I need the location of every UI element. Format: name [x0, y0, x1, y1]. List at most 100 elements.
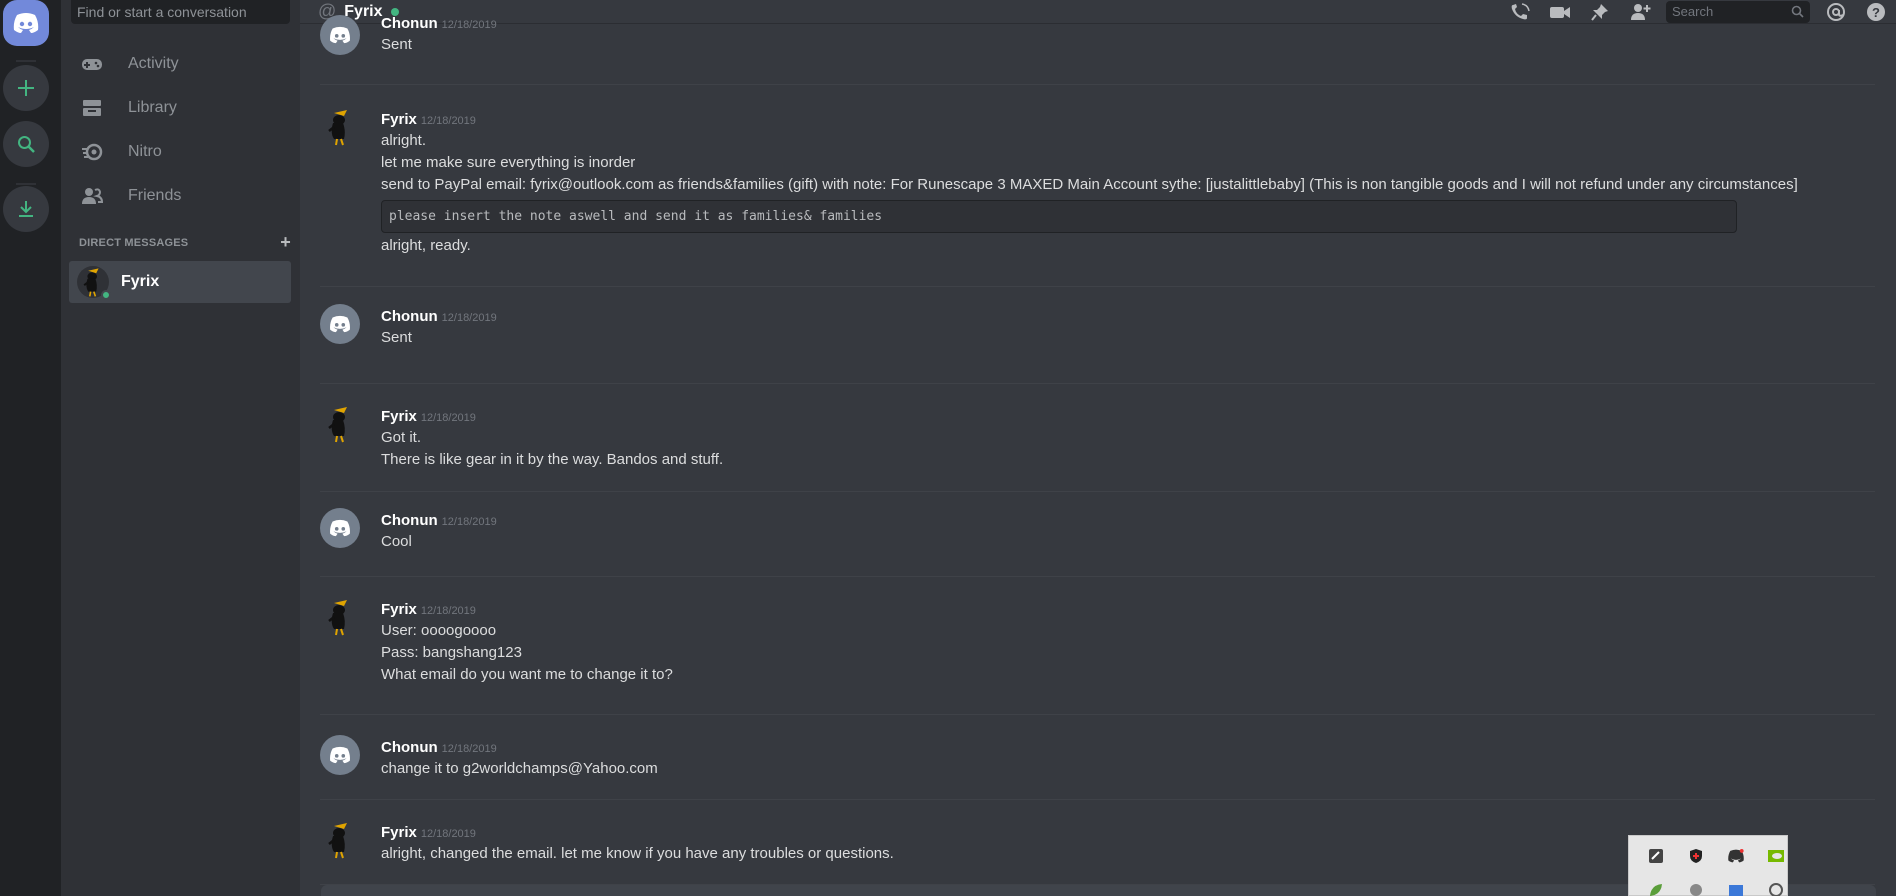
- avatar: [320, 404, 360, 444]
- timestamp: 12/18/2019: [420, 115, 476, 127]
- add-server-button[interactable]: [3, 65, 49, 111]
- code-block: please insert the note aswell and send i…: [381, 200, 1737, 233]
- username[interactable]: Chonun: [381, 15, 438, 32]
- username[interactable]: Fyrix: [381, 111, 417, 128]
- explore-servers-button[interactable]: [3, 121, 49, 167]
- message-group: Chonun 12/18/2019 Sent: [320, 298, 1875, 384]
- sidebar-item-library[interactable]: Library: [69, 87, 291, 129]
- username[interactable]: Chonun: [381, 512, 438, 529]
- download-icon: [19, 201, 33, 217]
- username[interactable]: Chonun: [381, 739, 438, 756]
- nvidia-icon[interactable]: [1766, 846, 1786, 866]
- message-text: alright.: [381, 132, 427, 149]
- discord-tray-icon[interactable]: [1726, 846, 1746, 866]
- timestamp: 12/18/2019: [441, 516, 497, 528]
- message-text: change it to g2worldchamps@Yahoo.com: [381, 760, 658, 777]
- avatar: [77, 266, 111, 300]
- message-text: What email do you want me to change it t…: [381, 666, 673, 683]
- message-header: Fyrix 12/18/2019: [381, 111, 476, 129]
- sidebar-item-activity[interactable]: Activity: [69, 43, 291, 85]
- discord-logo-icon: [330, 746, 350, 764]
- nitro-icon: [80, 140, 104, 164]
- message-group: Chonun 12/18/2019 change it to g2worldcha…: [320, 715, 1875, 800]
- dm-sidebar: Find or start a conversation Activity Li…: [61, 0, 300, 896]
- username[interactable]: Fyrix: [381, 824, 417, 841]
- dm-section-header: DIRECT MESSAGES +: [79, 233, 291, 251]
- security-shield-icon[interactable]: [1686, 846, 1706, 866]
- discord-logo-icon: [330, 315, 350, 333]
- message-header: Chonun 12/18/2019: [381, 308, 497, 326]
- dm-item-fyrix[interactable]: Fyrix: [69, 261, 291, 303]
- timestamp: 12/18/2019: [441, 19, 497, 31]
- message-text: Pass: bangshang123: [381, 644, 522, 661]
- dm-item-label: Fyrix: [121, 273, 160, 290]
- avatar: [320, 820, 360, 860]
- avatar: [320, 107, 360, 147]
- online-status-dot: [101, 290, 111, 300]
- sidebar-item-label: Library: [128, 99, 177, 116]
- sidebar-item-label: Friends: [128, 187, 182, 204]
- timestamp: 12/18/2019: [420, 828, 476, 840]
- message-group: Chonun 12/18/2019 Cool: [320, 492, 1875, 577]
- download-apps-button[interactable]: [3, 186, 49, 232]
- message-group: Fyrix 12/18/2019 Got it. There is like ge…: [320, 384, 1875, 492]
- message-list: Chonun 12/18/2019 Sent Fyrix 12/18/2019 al…: [300, 15, 1896, 889]
- avatar: [320, 735, 360, 775]
- dm-header-label: DIRECT MESSAGES: [79, 237, 189, 249]
- sidebar-item-nitro[interactable]: Nitro: [69, 131, 291, 173]
- plus-icon: [18, 80, 34, 96]
- tray-app-icon[interactable]: [1686, 880, 1706, 896]
- message-text: alright, ready.: [381, 237, 471, 254]
- sidebar-item-label: Nitro: [128, 143, 162, 160]
- home-button[interactable]: [3, 0, 49, 46]
- sidebar-item-friends[interactable]: Friends: [69, 175, 291, 217]
- message-header: Fyrix 12/18/2019: [381, 408, 476, 426]
- rail-divider: [16, 183, 36, 185]
- avatar: [320, 508, 360, 548]
- message-text: Cool: [381, 533, 412, 550]
- discord-logo-icon: [330, 519, 350, 537]
- find-conversation-input[interactable]: Find or start a conversation: [71, 0, 290, 24]
- discord-app: Find or start a conversation Activity Li…: [0, 0, 1896, 896]
- message-header: Fyrix 12/18/2019: [381, 824, 476, 842]
- message-header: Chonun 12/18/2019: [381, 512, 497, 530]
- timestamp: 12/18/2019: [441, 743, 497, 755]
- sidebar-item-label: Activity: [128, 55, 179, 72]
- create-dm-button[interactable]: +: [280, 233, 291, 251]
- message-header: Chonun 12/18/2019: [381, 15, 497, 33]
- username[interactable]: Chonun: [381, 308, 438, 325]
- tray-app-icon[interactable]: [1766, 880, 1786, 896]
- username[interactable]: Fyrix: [381, 601, 417, 618]
- message-text: Got it.: [381, 429, 422, 446]
- message-group: Fyrix 12/18/2019 User: oooogoooo Pass: ba…: [320, 577, 1875, 715]
- tray-app-icon[interactable]: [1726, 880, 1746, 896]
- gamepad-icon: [80, 52, 104, 76]
- rail-divider: [16, 60, 36, 62]
- tray-app-icon[interactable]: [1646, 880, 1666, 896]
- discord-logo-icon: [13, 13, 39, 33]
- message-text: Sent: [381, 329, 412, 346]
- username[interactable]: Fyrix: [381, 408, 417, 425]
- timestamp: 12/18/2019: [441, 312, 497, 324]
- system-tray-overflow: [1628, 835, 1788, 896]
- friends-icon: [80, 184, 104, 208]
- avatar: [320, 597, 360, 637]
- timestamp: 12/18/2019: [420, 605, 476, 617]
- avatar: [320, 15, 360, 55]
- message-group: Chonun 12/18/2019 Sent: [320, 15, 1875, 85]
- timestamp: 12/18/2019: [420, 412, 476, 424]
- avatar: [320, 304, 360, 344]
- message-text: let me make sure everything is inorder: [381, 154, 636, 171]
- message-text: Sent: [381, 36, 412, 53]
- message-text: send to PayPal email: fyrix@outlook.com …: [381, 176, 1798, 193]
- message-text: There is like gear in it by the way. Ban…: [381, 451, 724, 468]
- tray-app-icon[interactable]: [1646, 846, 1666, 866]
- search-icon: [18, 136, 35, 153]
- server-rail: [0, 0, 61, 896]
- message-header: Fyrix 12/18/2019: [381, 601, 476, 619]
- message-header: Chonun 12/18/2019: [381, 739, 497, 757]
- message-text: User: oooogoooo: [381, 622, 497, 639]
- message-text: alright, changed the email. let me know …: [381, 845, 894, 862]
- discord-logo-icon: [330, 26, 350, 44]
- message-group: Fyrix 12/18/2019 alright. let me make sur…: [320, 101, 1875, 287]
